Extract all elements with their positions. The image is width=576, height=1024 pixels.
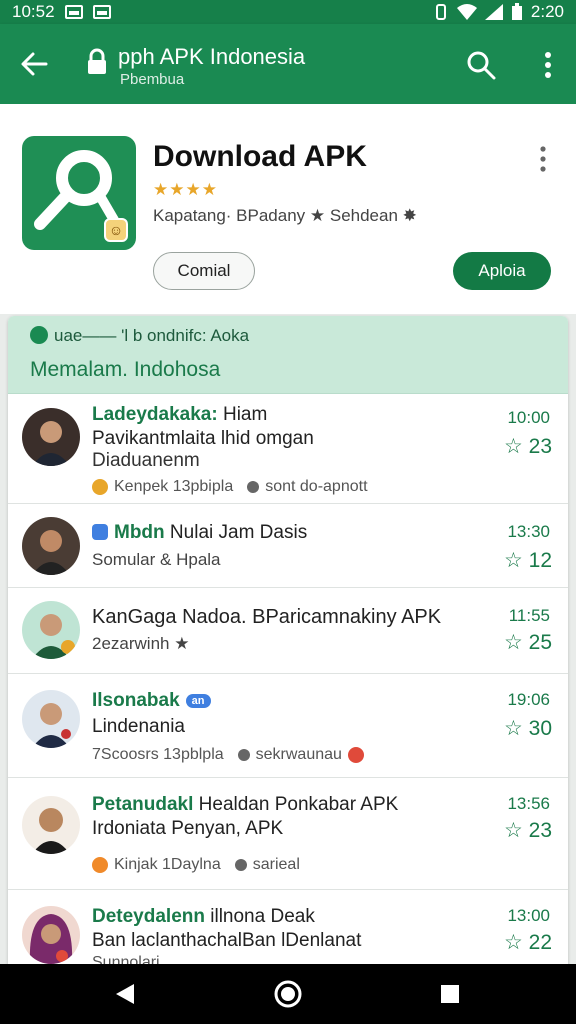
- item-time: 11:55: [508, 606, 550, 625]
- item-score: ☆ 25: [503, 631, 552, 654]
- item-score: ☆ 22: [503, 931, 552, 954]
- item-meta: 7Scoosrs 13pblpla sekrwaunau: [92, 746, 364, 764]
- back-triangle-icon[interactable]: [110, 980, 138, 1008]
- app-meta: Kapatang· BPadany ★ Sehdean ✸: [153, 206, 417, 225]
- navigation-bar: [0, 964, 576, 1024]
- app-bar-subtitle: Pbembua: [120, 71, 185, 88]
- item-time: 19:06: [507, 690, 550, 709]
- item-subtitle: Irdoniata Penyan, APK: [92, 818, 284, 839]
- banner-line2: Memalam. Indohosa: [30, 358, 221, 381]
- pin-icon: [247, 481, 260, 493]
- item-name: Mbdn Nulai Jam Dasis: [92, 522, 307, 544]
- back-arrow-icon[interactable]: [18, 48, 50, 80]
- list-panel: uae—— 'l b ondnifc: Aoka Memalam. Indoho…: [8, 316, 568, 996]
- item-name: Deteydalenn illnona Deak: [92, 906, 315, 927]
- vibrate-icon: [435, 4, 446, 20]
- battery-icon: [511, 3, 522, 20]
- install-button[interactable]: Aploia: [453, 252, 551, 290]
- pin-icon: [234, 859, 247, 871]
- item-detail: Diaduanenm: [92, 450, 200, 471]
- item-name: Ladeydakaka: Hiam: [92, 404, 268, 425]
- bulb-icon: [92, 479, 108, 495]
- avatar: [22, 690, 80, 748]
- more-vert-icon[interactable]: [538, 50, 558, 80]
- item-subtitle: Pavikantmlaita lhid omgan: [92, 428, 314, 449]
- wifi-icon: [456, 4, 477, 20]
- item-name: Ilsonabak an: [92, 690, 211, 712]
- secondary-button[interactable]: Comial: [153, 252, 255, 290]
- avatar: [22, 408, 80, 466]
- avatar: [22, 601, 80, 659]
- list-item[interactable]: KanGaga Nadoa. BParicamnakiny APK 2ezarw…: [8, 588, 568, 674]
- item-subtitle: Lindenania: [92, 716, 185, 737]
- app-badge-icon: [92, 524, 108, 540]
- list-item[interactable]: Ladeydakaka: Hiam Pavikantmlaita lhid om…: [8, 394, 568, 504]
- image-notification-icon: [92, 5, 111, 19]
- emoji-icon: [92, 857, 108, 873]
- app-title: Download APK: [153, 140, 367, 173]
- list-item[interactable]: Mbdn Nulai Jam Dasis Somular & Hpala 13:…: [8, 504, 568, 588]
- item-meta: Kinjak 1Daylna sarieal: [92, 856, 300, 874]
- search-icon[interactable]: [466, 50, 496, 80]
- more-vert-icon[interactable]: [534, 144, 552, 174]
- chat-icon: [30, 326, 48, 344]
- item-time: 13:00: [507, 906, 550, 925]
- item-score: ☆ 12: [503, 549, 552, 572]
- app-header-card: ☺ Download APK ★★★★ Kapatang· BPadany ★ …: [0, 104, 576, 314]
- item-subtitle: Somular & Hpala: [92, 550, 221, 569]
- item-score: ☆ 23: [503, 819, 552, 842]
- rating-stars: ★★★★: [153, 180, 218, 199]
- signal-icon: [484, 4, 503, 20]
- status-time-right: 2:20: [530, 2, 564, 21]
- item-name: KanGaga Nadoa. BParicamnakiny APK: [92, 606, 442, 628]
- item-name: Petanudakl Healdan Ponkabar APK: [92, 794, 399, 815]
- home-circle-icon[interactable]: [273, 979, 303, 1009]
- item-time: 13:56: [507, 794, 550, 813]
- item-time: 10:00: [507, 408, 550, 427]
- lock-icon: [88, 48, 106, 74]
- emoji-icon: [347, 747, 364, 763]
- item-tag: an: [185, 693, 211, 708]
- app-bar: pph APK Indonesia Pbembua: [0, 24, 576, 104]
- item-subtitle: 2ezarwinh ★: [92, 634, 190, 653]
- app-icon-badge: ☺: [104, 218, 128, 242]
- item-score: ☆ 23: [503, 435, 552, 458]
- app-icon[interactable]: ☺: [22, 136, 136, 250]
- item-score: ☆ 30: [503, 717, 552, 740]
- gallery-notification-icon: [64, 5, 83, 19]
- list-item[interactable]: Ilsonabak an Lindenania 7Scoosrs 13pblpla…: [8, 674, 568, 778]
- recents-square-icon[interactable]: [436, 980, 464, 1008]
- list-item[interactable]: Petanudakl Healdan Ponkabar APK Irdoniat…: [8, 778, 568, 890]
- item-subtitle: Ban laclanthachalBan lDenlanat: [92, 930, 362, 951]
- info-banner: uae—— 'l b ondnifc: Aoka Memalam. Indoho…: [8, 316, 568, 394]
- app-bar-title: pph APK Indonesia: [118, 44, 306, 69]
- avatar: [22, 517, 80, 575]
- status-bar: 10:52 2:20: [0, 0, 576, 24]
- status-time: 10:52: [12, 2, 55, 21]
- avatar: [22, 906, 80, 964]
- item-meta: Kenpek 13pbipla sont do-apnott: [92, 478, 368, 496]
- item-time: 13:30: [507, 522, 550, 541]
- pin-icon: [237, 749, 250, 761]
- banner-line1: uae—— 'l b ondnifc: Aoka: [54, 326, 250, 345]
- avatar: [22, 796, 80, 854]
